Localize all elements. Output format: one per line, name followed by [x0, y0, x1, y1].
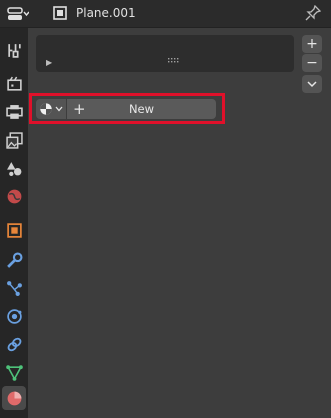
tab-scene[interactable]	[2, 156, 26, 180]
tab-output[interactable]	[2, 100, 26, 124]
object-icon	[53, 6, 67, 20]
properties-header: Plane.001	[0, 0, 331, 28]
list-resize-grip-icon[interactable]	[168, 58, 180, 64]
tab-render[interactable]	[2, 72, 26, 96]
tab-data[interactable]	[2, 360, 26, 384]
render-icon	[6, 76, 22, 91]
tab-particles[interactable]	[2, 276, 26, 300]
scene-icon	[6, 161, 21, 176]
properties-editor-icon	[7, 6, 29, 20]
add-material-slot-button[interactable]: +	[302, 35, 322, 53]
highlight-box	[29, 93, 225, 124]
particles-icon	[6, 280, 22, 296]
tab-material[interactable]	[2, 386, 26, 410]
material-slots-list[interactable]	[36, 35, 294, 72]
tab-constraints[interactable]	[2, 332, 26, 356]
properties-tabs-sidebar	[0, 28, 28, 418]
tab-view-layer[interactable]	[2, 128, 26, 152]
pin-icon[interactable]	[305, 5, 321, 21]
object-name: Plane.001	[76, 6, 136, 20]
world-icon	[7, 189, 21, 203]
constraints-icon	[7, 337, 21, 351]
tab-world[interactable]	[2, 184, 26, 208]
material-slot-specials-menu[interactable]	[302, 75, 322, 93]
tool-icon	[7, 43, 21, 58]
tab-tool[interactable]	[2, 38, 26, 62]
material-icon	[7, 391, 21, 405]
mesh-data-icon	[5, 364, 23, 381]
remove-material-slot-button[interactable]: −	[302, 54, 322, 72]
chevron-down-icon	[307, 81, 317, 88]
object-icon	[6, 222, 22, 238]
tab-object[interactable]	[2, 218, 26, 242]
list-expand-arrow-icon[interactable]: ▶	[46, 58, 52, 67]
tab-modifiers[interactable]	[2, 248, 26, 272]
physics-icon	[6, 308, 22, 324]
tab-physics[interactable]	[2, 304, 26, 328]
wrench-icon	[6, 252, 22, 268]
editor-type-dropdown[interactable]	[3, 4, 39, 23]
view-layer-icon	[5, 131, 23, 149]
output-icon	[5, 104, 23, 119]
